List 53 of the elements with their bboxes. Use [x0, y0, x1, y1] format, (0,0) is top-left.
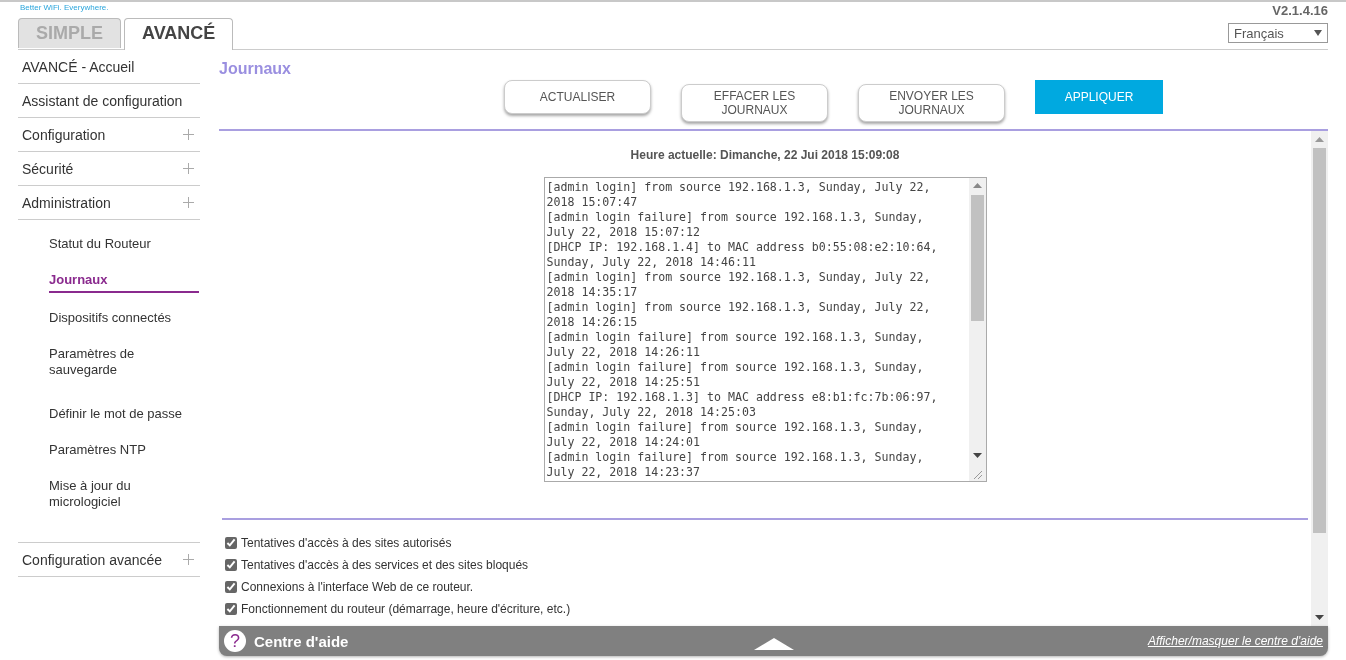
log-entry: [admin login] from source 192.168.1.3, Sunday, July 22, 2018 14:26:15: [546, 300, 932, 330]
help-toggle-link[interactable]: Afficher/masquer le centre d'aide: [1147, 634, 1323, 648]
sidebar-item[interactable]: Administration: [18, 186, 200, 220]
current-time: Heure actuelle: Dimanche, 22 Jui 2018 15:09:08: [630, 148, 900, 162]
sidebar-subitem[interactable]: Définir le mot de passe: [49, 397, 199, 431]
sidebar-subitem[interactable]: Dispositifs connectés: [49, 301, 199, 335]
scroll-down-icon: [1315, 615, 1324, 620]
help-icon[interactable]: ?: [224, 630, 246, 652]
log-entry: [admin login failure] from source 192.168.1.3, Sunday, July 22, 2018 14:25:51: [546, 360, 925, 390]
version-label: V2.1.4.16: [1272, 3, 1328, 18]
sidebar-item[interactable]: Sécurité: [18, 152, 200, 186]
sidebar-item[interactable]: AVANCÉ - Accueil: [18, 50, 200, 84]
tagline: Better WiFi. Everywhere.: [20, 3, 110, 14]
language-dropdown[interactable]: Français: [1228, 23, 1328, 43]
log-entry: [admin login failure] from source 192.168.1.3, Sunday, July 22, 2018 15:07:12: [546, 210, 925, 240]
expand-arrow-icon: [753, 638, 794, 650]
checkbox-label: Fonctionnement du routeur (démarrage, heure d'écriture, etc.): [241, 602, 571, 616]
checkbox-label: Connexions à l'interface Web de ce routeur.: [241, 580, 474, 594]
sidebar-item[interactable]: Configuration avancée: [18, 542, 200, 577]
checkbox[interactable]: [225, 559, 237, 571]
scrollbar-thumb[interactable]: [1313, 148, 1326, 533]
mode-tab[interactable]: AVANCÉ: [124, 18, 234, 50]
log-textarea[interactable]: [543, 177, 987, 482]
scroll-up-icon: [972, 183, 982, 188]
sidebar-subitem[interactable]: Mise à jour du micrologiciel: [49, 469, 159, 519]
log-entry: [admin login failure] from source 192.168.1.3, Sunday, July 22, 2018 14:24:01: [546, 420, 925, 450]
log-entry: [admin login failure] from source 192.168.1.3, Sunday, July 22, 2018 14:23:37: [546, 450, 925, 480]
resize-grip-icon: [972, 470, 982, 479]
sidebar-subitem[interactable]: Paramètres NTP: [49, 433, 199, 467]
help-title: Centre d'aide: [254, 632, 349, 650]
checkbox[interactable]: [225, 581, 237, 593]
scroll-down-icon: [972, 453, 982, 458]
action-button[interactable]: ACTUALISER: [504, 80, 651, 114]
sidebar-subitem[interactable]: Journaux: [49, 263, 199, 293]
caret-icon: [1314, 30, 1322, 36]
log-entry: [DHCP IP: 192.168.1.3] to MAC address e8:b1:fc:7b:06:97, Sunday, July 22, 2018 14:25:03: [546, 390, 939, 420]
checkbox[interactable]: [225, 603, 237, 615]
log-entry: [admin login failure] from source 192.168.1.3, Sunday, July 22, 2018 14:26:11: [546, 330, 925, 360]
sidebar-item[interactable]: Assistant de configuration: [18, 84, 200, 118]
log-entry: [admin login] from source 192.168.1.3, Sunday, July 22, 2018 14:35:17: [546, 270, 932, 300]
log-entry: [admin login] from source 192.168.1.3, Sunday, July 22, 2018 15:07:47: [546, 180, 932, 210]
page-title: Journaux: [219, 60, 292, 79]
action-button[interactable]: ENVOYER LES JOURNAUX: [858, 84, 1005, 122]
checkbox-label: Tentatives d'accès à des services et des sites bloqués: [241, 558, 529, 572]
action-button[interactable]: EFFACER LES JOURNAUX: [681, 84, 828, 122]
scroll-up-icon: [1315, 137, 1324, 142]
sidebar-subitem[interactable]: Statut du Routeur: [49, 227, 199, 261]
checkbox[interactable]: [225, 537, 237, 549]
scrollbar-thumb[interactable]: [970, 195, 984, 321]
sidebar-item[interactable]: Configuration: [18, 118, 200, 152]
sidebar-subitem[interactable]: Paramètres de sauvegarde: [49, 337, 159, 387]
checkbox-label: Tentatives d'accès à des sites autorisés: [241, 536, 452, 550]
log-entry: [DHCP IP: 192.168.1.4] to MAC address b0:55:08:e2:10:64, Sunday, July 22, 2018 14:46:11: [546, 240, 939, 270]
